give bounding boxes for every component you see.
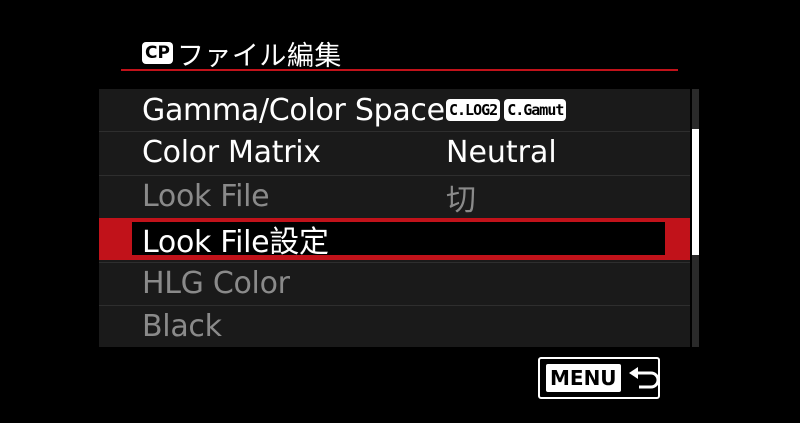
menu-item-label: Color Matrix <box>142 135 321 170</box>
menu-item-color-matrix[interactable]: Color Matrix Neutral <box>99 131 690 173</box>
page-title: CP ファイル編集 <box>142 36 342 72</box>
menu-item-label: Gamma/Color Space <box>142 92 445 128</box>
scrollbar[interactable] <box>692 89 699 347</box>
cp-badge: CP <box>142 42 173 64</box>
scrollbar-thumb[interactable] <box>692 129 699 255</box>
return-arrow-icon <box>627 367 661 389</box>
menu-item-hlg-color: HLG Color <box>99 262 690 304</box>
menu-list: Gamma/Color Space C.LOG2 C.Gamut Color M… <box>99 89 690 347</box>
title-divider <box>121 69 678 71</box>
menu-item-value: 切 <box>446 182 476 218</box>
menu-item-value: C.LOG2 C.Gamut <box>446 99 567 121</box>
clog2-tag: C.LOG2 <box>446 99 501 121</box>
menu-item-label: Look File設定 <box>142 225 329 260</box>
menu-item-label: Black <box>142 309 222 344</box>
menu-item-look-file-settings[interactable]: Look File設定 <box>99 218 690 260</box>
menu-back-button[interactable]: MENU <box>538 357 660 399</box>
menu-item-label: HLG Color <box>142 266 290 301</box>
menu-button-label: MENU <box>546 364 621 392</box>
menu-item-black: Black <box>99 305 690 347</box>
cgamut-tag: C.Gamut <box>504 99 567 121</box>
menu-item-gamma-color-space[interactable]: Gamma/Color Space C.LOG2 C.Gamut <box>99 89 690 131</box>
menu-item-value: Neutral <box>446 135 557 170</box>
menu-item-label: Look File <box>142 179 270 214</box>
page-title-text: ファイル編集 <box>176 40 342 72</box>
menu-item-look-file: Look File 切 <box>99 175 690 218</box>
